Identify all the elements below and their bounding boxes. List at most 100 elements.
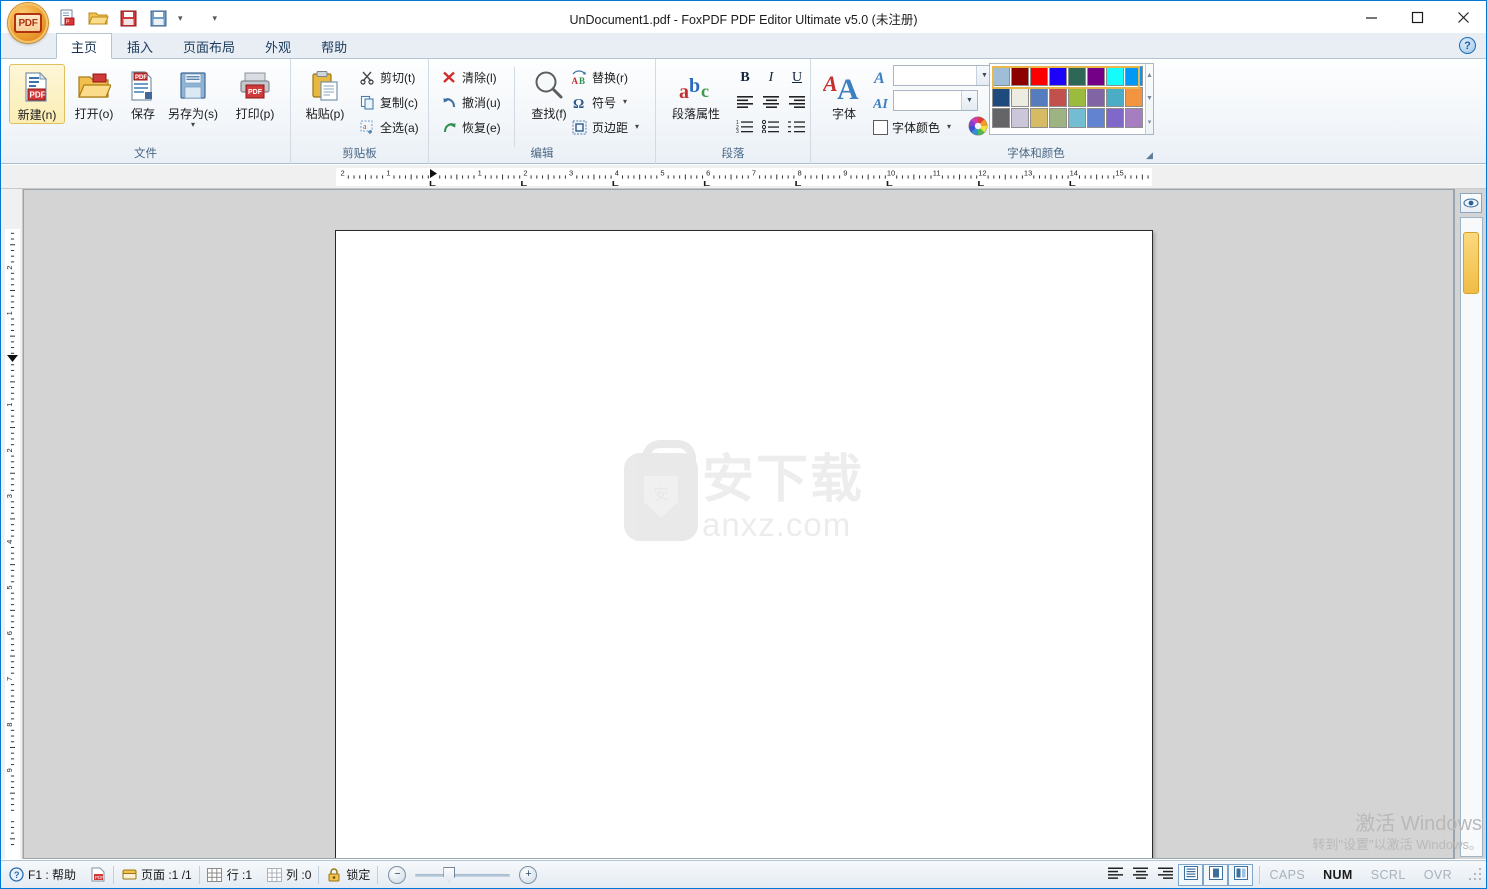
palette-expand-button[interactable]: ▾ [1146, 111, 1153, 134]
swatch[interactable] [1030, 66, 1048, 86]
multilevel-list-button[interactable] [786, 117, 808, 138]
swatch[interactable] [1011, 108, 1029, 128]
status-page-view-fit-button[interactable] [1203, 863, 1229, 886]
preview-eye-icon[interactable] [1460, 193, 1482, 213]
font-color-dialog-launcher[interactable]: ◢ [1146, 150, 1157, 161]
resize-grip[interactable] [1467, 866, 1483, 883]
zoom-slider[interactable] [415, 866, 511, 884]
paragraph-properties-button[interactable]: a b c 段落属性 [663, 64, 729, 122]
swatch[interactable] [1049, 66, 1067, 86]
font-size-dropdown-arrow[interactable]: ▼ [961, 91, 977, 110]
align-center-button[interactable] [760, 92, 782, 113]
swatch[interactable] [992, 66, 1010, 86]
palette-scroll-up-button[interactable]: ▲ [1146, 64, 1153, 87]
status-lock[interactable]: 锁定 [319, 864, 377, 886]
clear-button[interactable]: 清除(l) [441, 66, 497, 88]
print-button[interactable]: PDF 打印(p) [227, 64, 283, 122]
swatch[interactable] [1068, 66, 1086, 86]
redo-button[interactable]: 恢复(e) [441, 116, 501, 138]
numbered-list-button[interactable]: 1 2 3 [734, 117, 756, 138]
tab-home[interactable]: 主页 [56, 33, 113, 59]
color-swatch-grid[interactable] [990, 64, 1145, 134]
status-page[interactable]: 页面 :1 /1 [114, 864, 199, 886]
bulleted-list-button[interactable] [760, 117, 782, 138]
color-palette[interactable]: ▲ ▼ ▾ [989, 63, 1154, 135]
minimize-button[interactable] [1348, 1, 1394, 33]
swatch[interactable] [1125, 87, 1143, 107]
maximize-button[interactable] [1394, 1, 1440, 33]
font-color-button[interactable]: 字体颜色 ▾ [873, 116, 951, 138]
swatch[interactable] [1106, 108, 1124, 128]
close-button[interactable] [1440, 1, 1486, 33]
zoom-out-button[interactable]: − [388, 865, 407, 884]
help-icon[interactable]: ? [1459, 37, 1476, 54]
status-page-view-continuous-button[interactable] [1228, 863, 1254, 886]
swatch[interactable] [1011, 87, 1029, 107]
swatch[interactable] [1087, 108, 1105, 128]
select-all-button[interactable]: a 全选(a) [359, 116, 419, 138]
status-doc-icon-item[interactable]: PDF [83, 864, 113, 886]
status-help[interactable]: ? F1 : 帮助 [1, 864, 83, 886]
swatch[interactable] [1068, 108, 1086, 128]
save-as-caret-icon[interactable]: ▾ [191, 121, 195, 129]
undo-button[interactable]: 撤消(u) [441, 91, 501, 113]
font-name-combo[interactable]: ▼ [893, 65, 993, 86]
qat-open-button[interactable] [86, 6, 110, 30]
align-left-button[interactable] [734, 92, 756, 113]
swatch[interactable] [1106, 87, 1124, 107]
save-as-button[interactable]: 另存为(s) ▾ [165, 64, 221, 129]
status-align-right-button[interactable] [1153, 864, 1178, 886]
palette-scrollbar[interactable]: ▲ ▼ ▾ [1145, 64, 1153, 134]
swatch[interactable] [992, 108, 1010, 128]
find-button[interactable]: 查找(f) [521, 64, 577, 122]
symbol-caret-icon[interactable]: ▾ [623, 98, 627, 106]
swatch[interactable] [1011, 66, 1029, 86]
tab-page-layout[interactable]: 页面布局 [168, 33, 250, 58]
font-color-caret-icon[interactable]: ▾ [947, 123, 951, 131]
palette-scroll-down-button[interactable]: ▼ [1146, 87, 1153, 110]
zoom-in-button[interactable]: + [519, 865, 538, 884]
status-align-center-button[interactable] [1128, 864, 1153, 886]
zoom-slider-thumb[interactable] [443, 866, 456, 883]
status-align-left-button[interactable] [1103, 864, 1128, 886]
vertical-scrollbar-thumb[interactable] [1463, 232, 1479, 294]
symbol-button[interactable]: Ω 符号 ▾ [571, 91, 627, 113]
tab-help[interactable]: 帮助 [306, 33, 362, 58]
new-document-button[interactable]: PDF 新建(n) [9, 64, 65, 124]
swatch[interactable] [1087, 66, 1105, 86]
horizontal-ruler[interactable]: 2 1 1 2 3 4 5 6 7 8 9 10 11 12 13 14 15 [1, 165, 1486, 189]
pdf-page[interactable]: 安 安下载 anxz.com [335, 230, 1153, 858]
qat-dropdown-caret[interactable]: ▾ [176, 13, 185, 24]
swatch[interactable] [992, 87, 1010, 107]
font-color-swatch[interactable] [873, 119, 888, 135]
swatch[interactable] [1125, 108, 1143, 128]
vertical-ruler[interactable]: 2 1 1 2 3 4 5 6 7 8 9 [1, 189, 23, 859]
underline-button[interactable]: U [786, 67, 808, 88]
save-button[interactable]: PDF 保存 [115, 64, 171, 122]
status-page-view-single-button[interactable] [1178, 863, 1204, 886]
swatch[interactable] [1125, 66, 1143, 86]
tab-appearance[interactable]: 外观 [250, 33, 306, 58]
qat-save-as-button[interactable] [146, 6, 170, 30]
page-margin-button[interactable]: 页边距 ▾ [571, 116, 639, 138]
color-wheel-icon[interactable] [968, 116, 988, 136]
swatch[interactable] [1106, 66, 1124, 86]
document-work-area[interactable]: 安 安下载 anxz.com [23, 189, 1454, 859]
replace-button[interactable]: A B 替换(r) [571, 66, 628, 88]
bold-button[interactable]: B [734, 67, 756, 88]
zoom-control[interactable]: − + [378, 865, 547, 884]
font-button[interactable]: A A 字体 [816, 64, 872, 122]
italic-button[interactable]: I [760, 67, 782, 88]
status-row[interactable]: 行 :1 [200, 864, 259, 886]
horizontal-ruler-track[interactable]: 2 1 1 2 3 4 5 6 7 8 9 10 11 12 13 14 15 [336, 168, 1152, 186]
qat-save-button[interactable] [116, 6, 140, 30]
page-margin-caret-icon[interactable]: ▾ [635, 123, 639, 131]
copy-button[interactable]: 复制(c) [359, 91, 418, 113]
status-col[interactable]: 列 :0 [259, 864, 318, 886]
swatch[interactable] [1030, 108, 1048, 128]
vertical-ruler-track[interactable]: 2 1 1 2 3 4 5 6 7 8 9 [5, 229, 20, 859]
paste-button[interactable]: 粘贴(p) [297, 64, 353, 122]
application-menu-orb[interactable]: PDF [8, 3, 48, 43]
swatch[interactable] [1087, 87, 1105, 107]
swatch[interactable] [1030, 87, 1048, 107]
